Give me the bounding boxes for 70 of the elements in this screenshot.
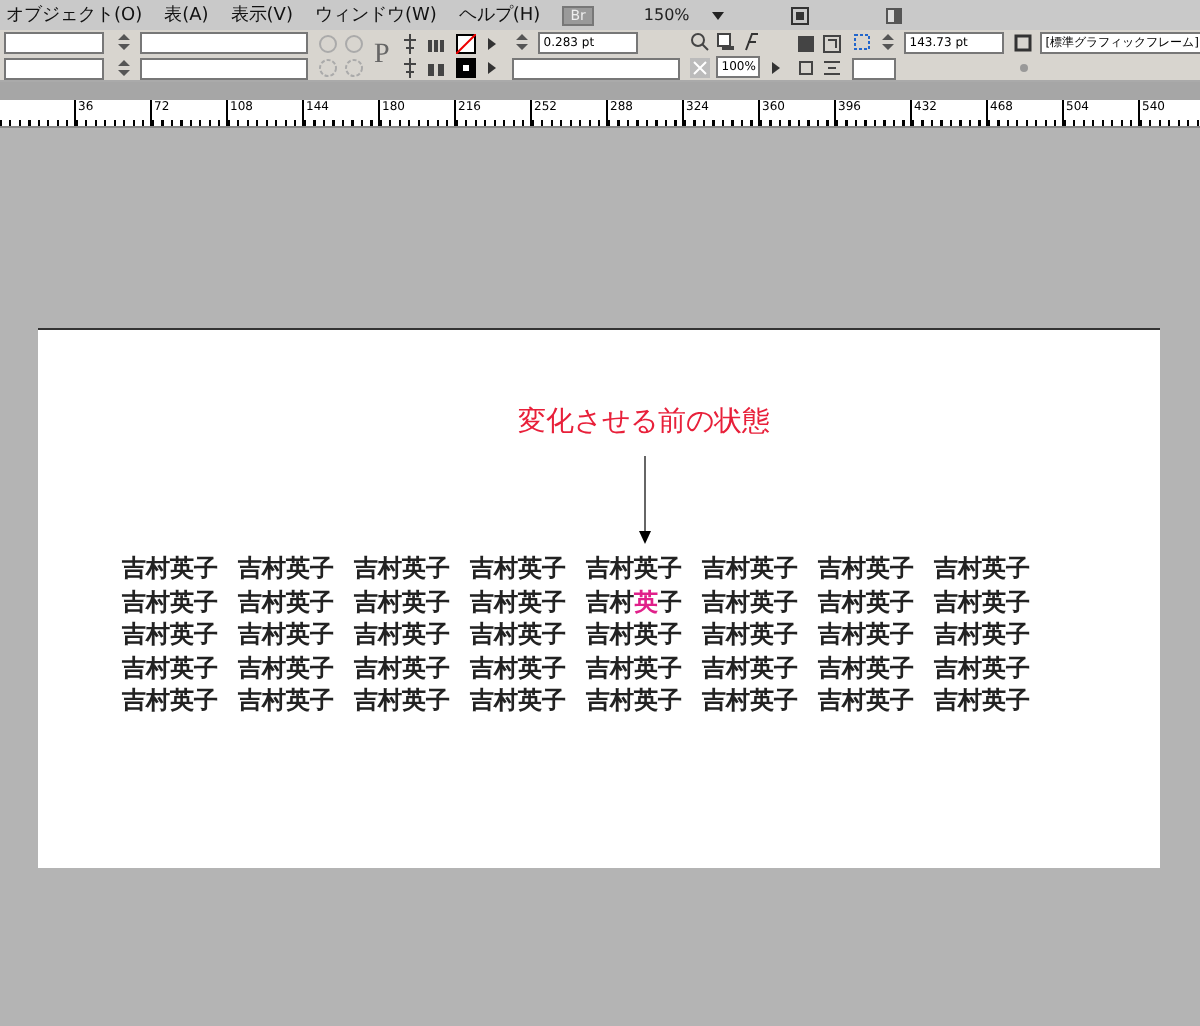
name-text: 吉村英子 [238, 554, 336, 585]
fit-icon[interactable] [795, 57, 816, 77]
name-text: 吉村英子 [586, 620, 684, 651]
name-text: 吉村英子 [586, 587, 684, 618]
name-text: 吉村英子 [702, 587, 800, 618]
name-text: 吉村英子 [122, 686, 220, 717]
align-icon[interactable] [399, 57, 420, 77]
name-text: 吉村英子 [122, 587, 220, 618]
name-text: 吉村英子 [702, 554, 800, 585]
down-arrow [637, 456, 651, 544]
no-fill-icon[interactable] [455, 33, 476, 53]
shadow-icon[interactable] [715, 32, 736, 52]
object-style-icon[interactable] [1013, 33, 1034, 53]
name-text: 吉村英子 [238, 620, 336, 651]
name-text: 吉村英子 [122, 653, 220, 684]
name-text: 吉村英子 [702, 653, 800, 684]
name-text: 吉村英子 [586, 653, 684, 684]
name-text: 吉村英子 [818, 653, 916, 684]
menu-item[interactable]: ヘルプ(H) [458, 2, 541, 28]
name-text: 吉村英子 [354, 587, 452, 618]
name-text: 吉村英子 [470, 554, 568, 585]
menu-item[interactable]: 表示(V) [230, 2, 293, 28]
name-text: 吉村英子 [934, 653, 1032, 684]
name-text: 吉村英子 [586, 686, 684, 717]
menu-item[interactable]: ウィンドウ(W) [314, 2, 437, 28]
name-text: 吉村英子 [122, 554, 220, 585]
align-icon[interactable] [399, 33, 420, 53]
corner-dropdown[interactable] [851, 57, 896, 79]
text-field[interactable] [140, 31, 308, 53]
name-text: 吉村英子 [586, 554, 684, 585]
name-text: 吉村英子 [354, 620, 452, 651]
fit-icon[interactable] [821, 33, 842, 53]
name-text: 吉村英子 [702, 620, 800, 651]
frame-icon[interactable] [795, 33, 816, 53]
paragraph-glyph: P [374, 41, 390, 69]
menu-item[interactable]: オブジェクト(O) [6, 2, 143, 28]
stroke-type-dropdown[interactable] [511, 57, 680, 79]
name-text: 吉村英子 [818, 686, 916, 717]
fx-icon[interactable] [741, 32, 762, 52]
name-text: 吉村英子 [354, 653, 452, 684]
name-text: 吉村英子 [238, 686, 336, 717]
center-icon[interactable] [821, 57, 842, 77]
name-text: 吉村英子 [934, 554, 1032, 585]
name-text: 吉村英子 [238, 653, 336, 684]
caret-icon [711, 11, 724, 19]
name-text: 吉村英子 [934, 587, 1032, 618]
annotation-caption: 変化させる前の状態 [518, 404, 770, 440]
reference-point-icon[interactable] [851, 32, 872, 52]
text-field[interactable] [4, 57, 104, 79]
name-text: 吉村英子 [934, 686, 1032, 717]
spinner-icon[interactable] [114, 58, 134, 78]
name-text: 吉村英子 [354, 554, 452, 585]
stroke-icon[interactable] [455, 57, 476, 77]
name-text: 吉村英子 [470, 587, 568, 618]
name-text: 吉村英子 [470, 686, 568, 717]
name-text: 吉村英子 [818, 587, 916, 618]
name-text: 吉村英子 [934, 620, 1032, 651]
zoom-dropdown[interactable]: 150% [643, 6, 690, 24]
text-field[interactable] [140, 57, 308, 79]
name-text: 吉村英子 [470, 653, 568, 684]
name-text: 吉村英子 [818, 554, 916, 585]
name-text: 吉村英子 [818, 620, 916, 651]
text-field[interactable] [4, 31, 104, 53]
name-text: 吉村英子 [122, 620, 220, 651]
name-text: 吉村英子 [354, 686, 452, 717]
name-text: 吉村英子 [238, 587, 336, 618]
magnify-icon[interactable] [689, 32, 710, 52]
menu-item[interactable]: 表(A) [164, 2, 209, 28]
name-text: 吉村英子 [470, 620, 568, 651]
name-text: 吉村英子 [702, 686, 800, 717]
